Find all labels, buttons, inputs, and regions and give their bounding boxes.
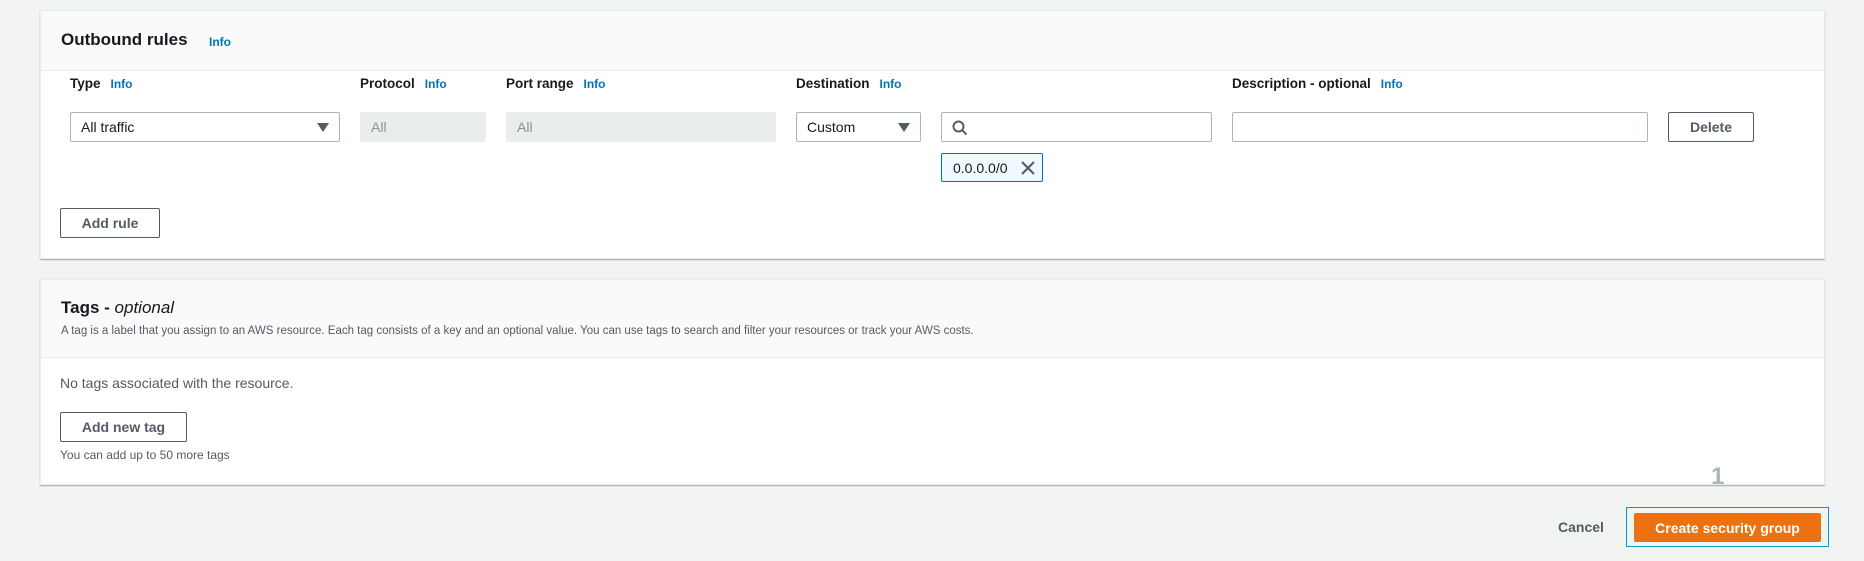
type-label: Type [70, 76, 101, 91]
type-select-value: All traffic [81, 119, 135, 135]
add-rule-button[interactable]: Add rule [60, 208, 160, 238]
tags-title-italic: optional [114, 298, 175, 317]
outbound-rules-title: Outbound rules [61, 30, 188, 49]
close-icon[interactable] [1021, 161, 1035, 175]
tags-title-prefix: Tags - [61, 298, 115, 317]
protocol-value: All [371, 119, 387, 135]
port-range-column-label: Port range Info [506, 76, 606, 91]
delete-rule-button[interactable]: Delete [1668, 112, 1754, 142]
destination-column-label: Destination Info [796, 76, 902, 91]
tags-header: Tags - optional A tag is a label that yo… [41, 280, 1824, 358]
tags-panel: Tags - optional A tag is a label that yo… [40, 279, 1825, 485]
step-badge: 1 [1711, 463, 1725, 490]
protocol-field: All [360, 112, 486, 142]
port-range-label: Port range [506, 76, 574, 91]
cancel-button[interactable]: Cancel [1558, 519, 1604, 535]
protocol-column-label: Protocol Info [360, 76, 447, 91]
cidr-token-label: 0.0.0.0/0 [953, 159, 1008, 176]
outbound-rules-header: Outbound rules Info [41, 11, 1824, 71]
caret-down-icon [898, 123, 910, 132]
create-security-group-button[interactable]: Create security group [1634, 513, 1821, 542]
search-icon [952, 120, 968, 136]
description-info-link[interactable]: Info [1381, 77, 1403, 91]
cidr-token: 0.0.0.0/0 [941, 153, 1043, 182]
destination-search-input[interactable] [941, 112, 1212, 142]
type-info-link[interactable]: Info [111, 77, 133, 91]
no-tags-text: No tags associated with the resource. [60, 375, 294, 391]
description-column-label: Description - optional Info [1232, 76, 1403, 91]
port-range-field: All [506, 112, 776, 142]
port-range-value: All [517, 119, 533, 135]
type-select[interactable]: All traffic [70, 112, 340, 142]
port-range-info-link[interactable]: Info [584, 77, 606, 91]
tags-limit-text: You can add up to 50 more tags [60, 448, 230, 462]
protocol-label: Protocol [360, 76, 415, 91]
tags-title: Tags - optional [61, 298, 174, 318]
caret-down-icon [317, 123, 329, 132]
destination-info-link[interactable]: Info [880, 77, 902, 91]
outbound-rules-info-link[interactable]: Info [209, 35, 231, 49]
tags-description: A tag is a label that you assign to an A… [61, 325, 974, 337]
description-label: Description - optional [1232, 76, 1371, 91]
destination-type-select[interactable]: Custom [796, 112, 921, 142]
add-new-tag-button[interactable]: Add new tag [60, 412, 187, 442]
type-column-label: Type Info [70, 76, 133, 91]
destination-type-value: Custom [807, 119, 856, 135]
protocol-info-link[interactable]: Info [425, 77, 447, 91]
destination-label: Destination [796, 76, 870, 91]
rule-description-input[interactable] [1232, 112, 1648, 142]
